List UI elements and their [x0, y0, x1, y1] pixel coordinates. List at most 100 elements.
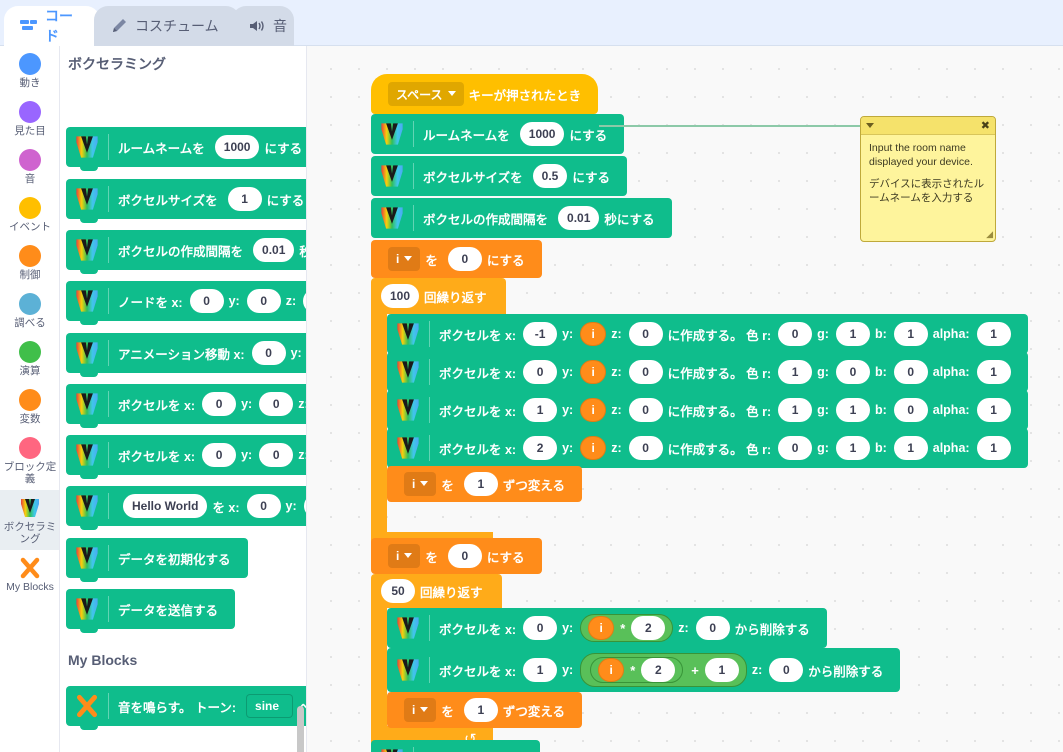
repeat-50-header[interactable]: 50 回繰り返す: [371, 574, 502, 608]
operator-add-block[interactable]: i * 2 + 1: [580, 653, 747, 687]
voxel-alpha-input[interactable]: 1: [976, 436, 1011, 460]
block-input[interactable]: 0: [259, 392, 294, 416]
palette-block-play-tone[interactable]: 音を鳴らす。 トーン: sine ヘルツ:: [66, 686, 306, 730]
voxel-z-input[interactable]: 0: [628, 322, 663, 346]
script-block-send-data[interactable]: データを送信する: [371, 740, 541, 752]
sidebar-item-operators[interactable]: 演算: [0, 334, 59, 382]
variable-value-input[interactable]: 0: [447, 247, 482, 271]
block-input[interactable]: 0: [259, 443, 294, 467]
voxel-y-variable[interactable]: i: [580, 360, 607, 384]
block-input[interactable]: 0: [189, 289, 224, 313]
interval-input[interactable]: 0.01: [558, 206, 600, 230]
voxel-g-input[interactable]: 1: [835, 322, 870, 346]
block-input[interactable]: 0: [202, 443, 237, 467]
script-block-set-variable-i-b[interactable]: i を 0 にする: [371, 538, 542, 574]
key-dropdown[interactable]: スペース: [388, 82, 464, 106]
voxel-g-input[interactable]: 1: [835, 436, 870, 460]
voxel-z-input[interactable]: 0: [695, 616, 730, 640]
script-block-create-voxel[interactable]: ボクセルを x: 2 y: i z: 0 に作成する。 色 r: 0 g: 1 …: [387, 428, 1028, 468]
script-block-delete-voxel[interactable]: ボクセルを x: 1 y: i * 2 + 1 z: 0 から削除する: [387, 648, 901, 692]
block-input[interactable]: 1000: [214, 135, 260, 159]
script-block-set-roomname[interactable]: ルームネームを 1000 にする: [371, 114, 625, 154]
tab-sound[interactable]: 音: [232, 6, 294, 46]
sidebar-item-looks[interactable]: 見た目: [0, 94, 59, 142]
comment-titlebar[interactable]: ✖: [861, 117, 995, 135]
block-input[interactable]: 0: [251, 341, 286, 365]
voxel-y-variable[interactable]: i: [580, 322, 607, 346]
tab-code[interactable]: コード: [4, 6, 100, 46]
tab-costume[interactable]: コスチューム: [94, 6, 240, 46]
operator-multiply-block[interactable]: i * 2: [580, 614, 674, 642]
sidebar-item-sound[interactable]: 音: [0, 142, 59, 190]
voxel-g-input[interactable]: 0: [835, 360, 870, 384]
script-block-change-variable-i-a[interactable]: i を 1 ずつ変える: [387, 466, 582, 502]
voxel-z-input[interactable]: 0: [628, 398, 663, 422]
voxel-r-input[interactable]: 1: [778, 398, 813, 422]
repeat-count-input[interactable]: 50: [381, 579, 415, 603]
palette-block-set-voxelsize[interactable]: ボクセルサイズを 1 にする: [66, 179, 306, 223]
operator-multiply-block[interactable]: i * 2: [590, 657, 684, 683]
voxel-r-input[interactable]: 1: [778, 360, 813, 384]
voxel-alpha-input[interactable]: 1: [976, 322, 1011, 346]
voxel-x-input[interactable]: -1: [523, 322, 558, 346]
variable-dropdown[interactable]: i: [388, 247, 421, 271]
voxel-z-input[interactable]: 0: [769, 658, 804, 682]
palette-block-init-data[interactable]: データを初期化する: [66, 538, 248, 582]
variable-dropdown[interactable]: i: [404, 698, 437, 722]
voxel-b-input[interactable]: 0: [893, 398, 928, 422]
roomname-input[interactable]: 1000: [519, 122, 565, 146]
variable-delta-input[interactable]: 1: [463, 698, 498, 722]
voxel-alpha-input[interactable]: 1: [976, 398, 1011, 422]
palette-block-voxel-remove[interactable]: ボクセルを x: 0 y: 0 z: 0: [66, 435, 306, 479]
voxel-alpha-input[interactable]: 1: [976, 360, 1011, 384]
operand-input[interactable]: 1: [704, 658, 739, 682]
block-input[interactable]: 1: [227, 187, 262, 211]
voxel-r-input[interactable]: 0: [778, 322, 813, 346]
voxel-x-input[interactable]: 0: [523, 616, 558, 640]
voxel-r-input[interactable]: 0: [778, 436, 813, 460]
palette-block-animation-move[interactable]: アニメーション移動 x: 0 y: 0 z: [66, 333, 306, 377]
comment-callout[interactable]: ✖ Input the room name displayed your dev…: [860, 116, 996, 242]
script-block-set-variable-i-a[interactable]: i を 0 にする: [371, 240, 542, 278]
script-block-change-variable-i-b[interactable]: i を 1 ずつ変える: [387, 692, 582, 728]
script-block-set-voxelsize[interactable]: ボクセルサイズを 0.5 にする: [371, 156, 627, 196]
variable-delta-input[interactable]: 1: [463, 472, 498, 496]
sidebar-item-myblocks[interactable]: My Blocks: [0, 550, 59, 598]
script-block-repeat-100[interactable]: 100 回繰り返す ↻: [371, 278, 506, 558]
palette-block-voxel-create[interactable]: ボクセルを x: 0 y: 0 z: 0: [66, 384, 306, 428]
script-block-voxel-interval[interactable]: ボクセルの作成間隔を 0.01 秒にする: [371, 198, 672, 238]
voxel-z-input[interactable]: 0: [628, 436, 663, 460]
operand-variable[interactable]: i: [598, 658, 625, 682]
sidebar-item-control[interactable]: 制御: [0, 238, 59, 286]
chevron-down-icon[interactable]: [866, 123, 874, 132]
repeat-100-header[interactable]: 100 回繰り返す: [371, 278, 506, 314]
palette-block-voxel-interval[interactable]: ボクセルの作成間隔を 0.01 秒にする: [66, 230, 306, 274]
script-block-create-voxel[interactable]: ボクセルを x: 1 y: i z: 0 に作成する。 色 r: 1 g: 1 …: [387, 390, 1028, 430]
palette-block-node-xyz[interactable]: ノードを x: 0 y: 0 z: 0 に: [66, 281, 306, 325]
palette-scrollbar[interactable]: [297, 706, 304, 752]
variable-value-input[interactable]: 0: [447, 544, 482, 568]
block-input[interactable]: 0: [202, 392, 237, 416]
block-palette[interactable]: ボクセラミング ルームネームを 1000 にする ボクセルサイズを 1 にする …: [60, 46, 307, 752]
voxel-z-input[interactable]: 0: [628, 360, 663, 384]
voxel-x-input[interactable]: 0: [523, 360, 558, 384]
voxel-x-input[interactable]: 1: [523, 658, 558, 682]
close-icon[interactable]: ✖: [981, 119, 990, 132]
voxel-y-variable[interactable]: i: [580, 398, 607, 422]
block-input[interactable]: 0.01: [253, 238, 295, 262]
sidebar-item-sensing[interactable]: 調べる: [0, 286, 59, 334]
script-hat-when-key-pressed[interactable]: スペース キーが押されたとき: [371, 74, 599, 114]
voxel-b-input[interactable]: 0: [893, 360, 928, 384]
operand-input[interactable]: 2: [631, 616, 666, 640]
tone-dropdown[interactable]: sine: [246, 694, 294, 718]
operand-variable[interactable]: i: [588, 616, 615, 640]
voxelsize-input[interactable]: 0.5: [532, 164, 568, 188]
variable-dropdown[interactable]: i: [388, 544, 421, 568]
resize-grip-icon[interactable]: ◢: [986, 229, 993, 240]
sidebar-item-motion[interactable]: 動き: [0, 46, 59, 94]
script-block-repeat-50[interactable]: 50 回繰り返す ↻: [371, 574, 502, 752]
voxel-x-input[interactable]: 2: [523, 436, 558, 460]
voxel-b-input[interactable]: 1: [893, 436, 928, 460]
voxel-g-input[interactable]: 1: [835, 398, 870, 422]
block-input[interactable]: 0: [246, 494, 281, 518]
